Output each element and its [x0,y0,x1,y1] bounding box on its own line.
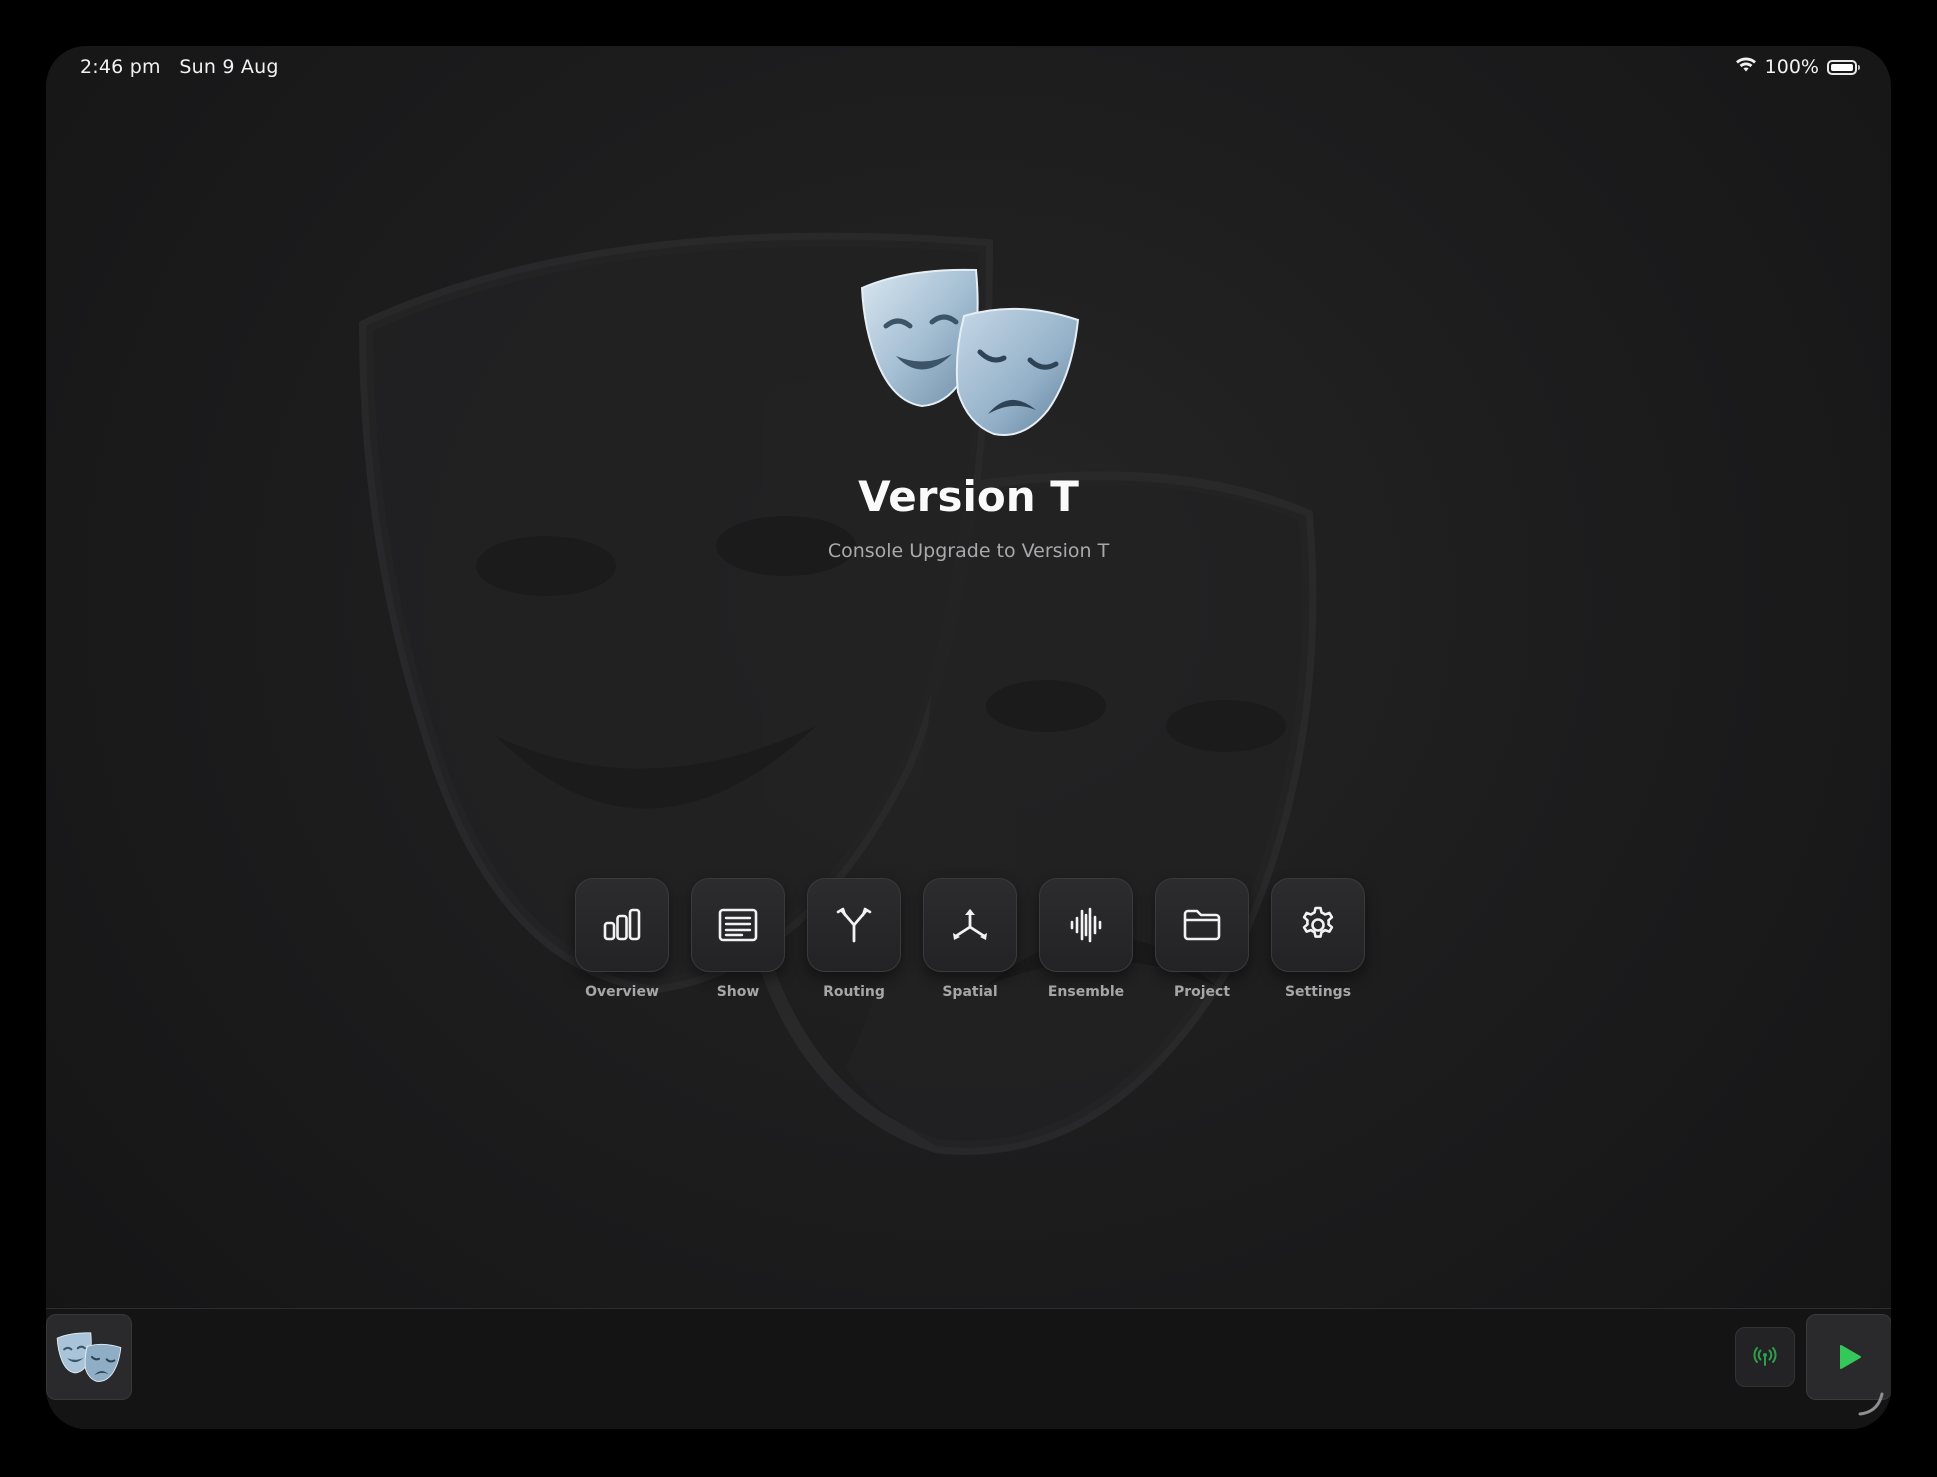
overview-button[interactable] [575,878,669,972]
routing-fork-icon [836,907,872,943]
nav-label-spatial: Spatial [942,984,998,1000]
settings-button[interactable] [1271,878,1365,972]
app-window: 2:46 pm Sun 9 Aug 100% Version T Console… [46,46,1891,1429]
app-subtitle: Console Upgrade to Version T [827,540,1110,562]
nav-label-routing: Routing [823,984,885,1000]
nav-item-spatial[interactable]: Spatial [923,878,1017,1000]
status-time-date: 2:46 pm Sun 9 Aug [80,56,279,78]
status-indicators: 100% [1735,56,1860,78]
list-icon [718,908,758,942]
folder-icon [1183,909,1221,941]
theater-masks-icon [56,1332,122,1382]
nav-item-settings[interactable]: Settings [1271,878,1365,1000]
show-button[interactable] [691,878,785,972]
nav-label-overview: Overview [585,984,659,1000]
nav-label-settings: Settings [1284,984,1352,1000]
main-nav: Overview Show Routing Spatial Ensemble P… [575,878,1365,1000]
nav-label-ensemble: Ensemble [1047,984,1125,1000]
battery-fill [1831,63,1853,71]
status-time: 2:46 pm [80,56,161,78]
routing-button[interactable] [807,878,901,972]
app-title: Version T [858,472,1079,521]
battery-icon [1827,59,1860,75]
nav-item-show[interactable]: Show [691,878,785,1000]
theater-masks-icon [860,268,1080,436]
play-icon [1840,1345,1861,1369]
battery-tip [1858,64,1860,70]
battery-percent: 100% [1764,56,1819,78]
project-button[interactable] [1155,878,1249,972]
bar-chart-icon [603,908,641,941]
broadcast-icon [1753,1347,1777,1366]
ensemble-button[interactable] [1039,878,1133,972]
broadcast-button[interactable] [1735,1327,1795,1387]
nav-label-show: Show [716,984,760,1000]
status-date: Sun 9 Aug [179,56,279,78]
gear-icon [1302,906,1334,938]
nav-item-overview[interactable]: Overview [575,878,669,1000]
nav-item-ensemble[interactable]: Ensemble [1039,878,1133,1000]
nav-item-project[interactable]: Project [1155,878,1249,1000]
nav-label-project: Project [1173,984,1231,1000]
waveform-icon [1070,907,1102,943]
resize-handle-icon[interactable] [1856,1388,1886,1418]
wifi-icon [1735,56,1757,78]
spatial-button[interactable] [923,878,1017,972]
nav-item-routing[interactable]: Routing [807,878,901,1000]
bottom-app-button[interactable] [46,1314,132,1400]
bottom-bar [46,1309,1891,1429]
spatial-axes-icon [953,909,987,940]
